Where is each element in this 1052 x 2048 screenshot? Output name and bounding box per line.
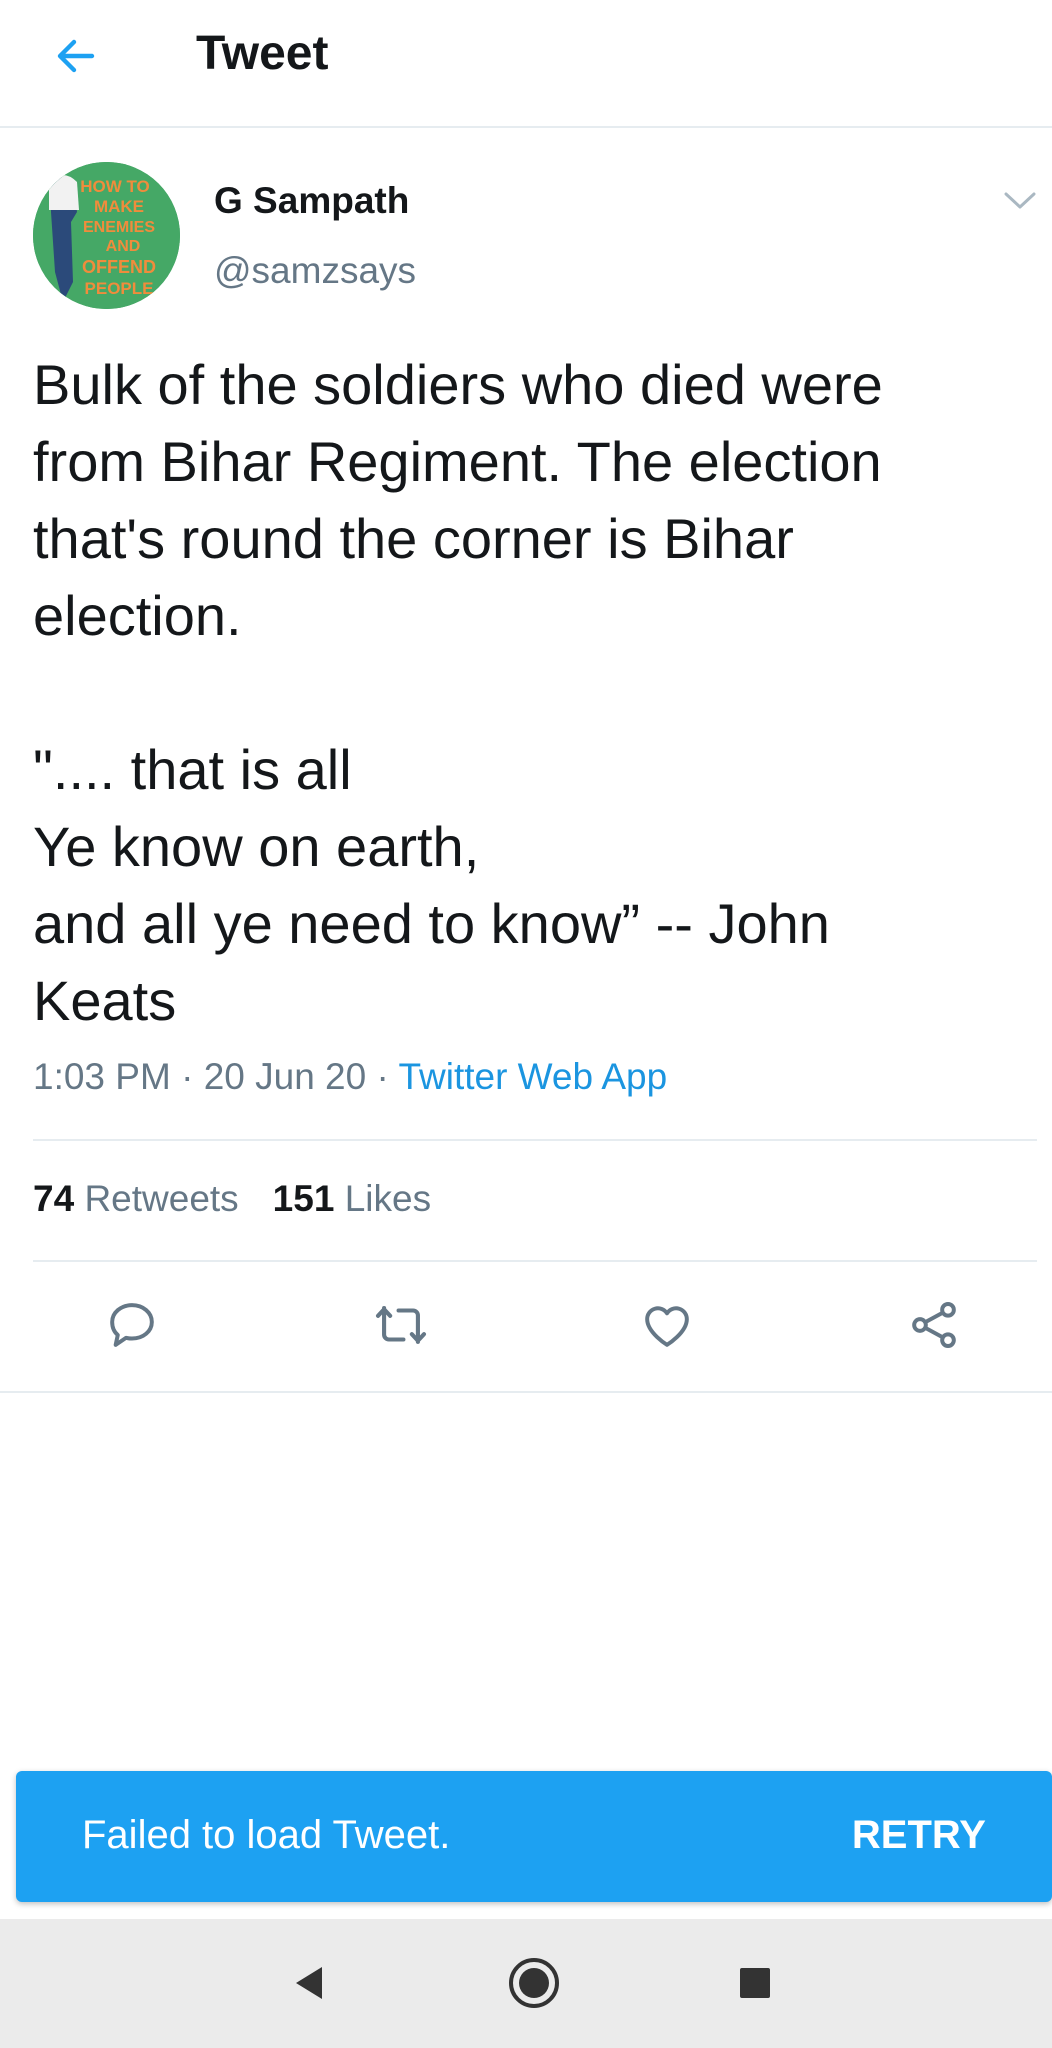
author-handle[interactable]: @samzsays bbox=[214, 250, 416, 292]
likes-label: Likes bbox=[344, 1178, 432, 1219]
top-app-bar: Tweet bbox=[0, 0, 1052, 128]
avatar-line-6: PEOPLE bbox=[85, 279, 154, 298]
retweets-count: 74 bbox=[33, 1178, 75, 1219]
like-button[interactable] bbox=[627, 1285, 707, 1365]
back-button[interactable] bbox=[44, 24, 108, 88]
share-icon bbox=[912, 1302, 956, 1348]
triangle-back-icon bbox=[296, 1967, 322, 1999]
avatar-line-3: ENEMIES bbox=[83, 219, 155, 236]
avatar-line-1: HOW TO bbox=[80, 177, 150, 196]
meta-separator: · bbox=[170, 1056, 204, 1097]
heart-icon bbox=[645, 1306, 689, 1347]
tweet-menu-button[interactable] bbox=[1000, 185, 1040, 215]
avatar[interactable]: HOW TO MAKE ENEMIES AND OFFEND PEOPLE bbox=[33, 162, 180, 309]
likes-count: 151 bbox=[272, 1178, 335, 1219]
retry-button[interactable]: RETRY bbox=[852, 1813, 986, 1858]
retweet-button[interactable] bbox=[361, 1285, 441, 1365]
meta-separator: · bbox=[366, 1056, 399, 1097]
retweet-icon bbox=[375, 1306, 427, 1344]
system-nav-bar bbox=[0, 1919, 1052, 2048]
likes-stat[interactable]: 151 Likes bbox=[273, 1178, 431, 1219]
action-bar bbox=[0, 1260, 1052, 1390]
author-name[interactable]: G Sampath bbox=[214, 180, 409, 222]
divider bbox=[0, 1391, 1052, 1393]
nav-recents-button[interactable] bbox=[723, 1951, 787, 2015]
avatar-line-5: OFFEND bbox=[82, 257, 156, 277]
retweets-stat[interactable]: 74 Retweets bbox=[33, 1178, 239, 1219]
square-recents-icon bbox=[740, 1968, 770, 1998]
reply-icon bbox=[110, 1303, 154, 1347]
avatar-line-4: AND bbox=[106, 238, 141, 255]
snackbar-message: Failed to load Tweet. bbox=[82, 1813, 451, 1857]
tweet-meta: 1:03 PM · 20 Jun 20 · Twitter Web App bbox=[33, 1056, 667, 1098]
tweet-source-link[interactable]: Twitter Web App bbox=[398, 1056, 667, 1097]
tweet-stats: 74 Retweets 151 Likes bbox=[33, 1178, 431, 1220]
reply-button[interactable] bbox=[92, 1285, 172, 1365]
avatar-line-2: MAKE bbox=[94, 197, 144, 216]
nav-back-button[interactable] bbox=[278, 1951, 342, 2015]
tweet-time: 1:03 PM bbox=[33, 1056, 171, 1097]
retweets-label: Retweets bbox=[84, 1178, 239, 1219]
page-title: Tweet bbox=[196, 27, 329, 80]
nav-home-button[interactable] bbox=[502, 1951, 566, 2015]
tweet-date: 20 Jun 20 bbox=[203, 1056, 367, 1097]
share-button[interactable] bbox=[894, 1285, 974, 1365]
chevron-down-icon bbox=[1004, 192, 1036, 209]
tweet-text: Bulk of the soldiers who died were from … bbox=[33, 353, 883, 1032]
arrow-left-icon bbox=[57, 39, 95, 73]
error-snackbar: Failed to load Tweet. RETRY bbox=[16, 1771, 1052, 1902]
divider bbox=[33, 1139, 1037, 1141]
circle-home-icon bbox=[509, 1958, 559, 2008]
